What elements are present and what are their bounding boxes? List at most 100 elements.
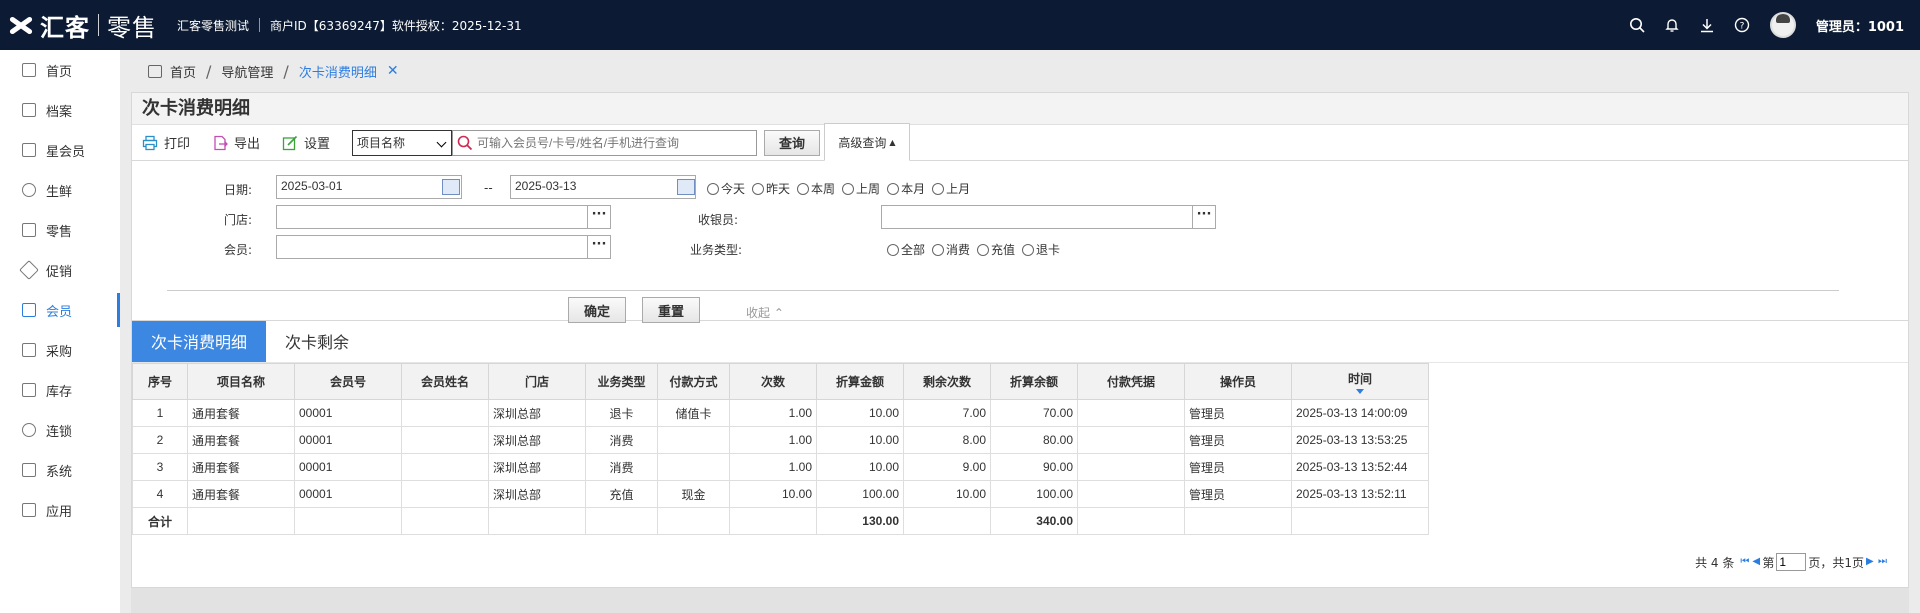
radio-refund[interactable]: 退卡 [1022,241,1060,258]
table-row[interactable]: 2 通用套餐 00001 深圳总部 消费 1.00 10.00 8.00 80.… [132,426,1429,454]
table-row[interactable]: 1 通用套餐 00001 深圳总部 退卡 储值卡 1.00 10.00 7.00… [132,399,1429,427]
radio-yesterday[interactable]: 昨天 [752,180,790,197]
search-field-select[interactable]: 项目名称 [352,129,453,156]
last-page-icon[interactable]: ⏭ [1878,557,1887,567]
sidebar-item-app[interactable]: 应用 [0,490,120,530]
date-to-input[interactable]: 2025-03-13 [510,175,696,199]
table-row[interactable]: 3 通用套餐 00001 深圳总部 消费 1.00 10.00 9.00 90.… [132,453,1429,481]
sidebar-item-member[interactable]: 会员 [0,290,120,330]
print-button[interactable]: 打印 [142,133,190,152]
download-icon[interactable] [1697,15,1717,35]
breadcrumb-nav[interactable]: 导航管理 [221,62,273,81]
calendar-icon[interactable] [677,179,695,195]
cell [657,453,730,481]
query-button[interactable]: 查询 [764,129,821,156]
avatar[interactable] [1769,12,1796,38]
breadcrumb-home-icon [148,64,162,78]
bell-icon[interactable] [1662,15,1682,35]
cashier-input[interactable] [881,205,1193,229]
sidebar-item-home[interactable]: 首页 [0,50,120,90]
store-picker-button[interactable]: ··· [587,205,611,229]
radio-recharge[interactable]: 充值 [977,241,1015,258]
col-time[interactable]: 时间 [1291,363,1429,400]
radio-today[interactable]: 今天 [707,180,745,197]
member-picker-button[interactable]: ··· [587,235,611,259]
col-remaining-amount[interactable]: 折算余额 [990,363,1078,400]
col-remaining-count[interactable]: 剩余次数 [903,363,991,400]
sidebar-item-label: 采购 [46,344,73,360]
prev-page-icon[interactable]: ◀ [1752,557,1760,567]
cell [1184,507,1292,535]
collapse-link[interactable]: 收起 ⌃ [746,304,784,321]
calendar-icon[interactable] [442,179,460,195]
sidebar-item-promotion[interactable]: 促销 [0,250,120,290]
tab-consumption-detail[interactable]: 次卡消费明细 [132,320,267,362]
settings-button[interactable]: 设置 [282,133,330,152]
archive-icon [22,103,36,117]
sidebar-item-system[interactable]: 系统 [0,450,120,490]
chain-icon [22,423,36,437]
cell: 2025-03-13 13:52:44 [1291,453,1429,481]
table-row[interactable]: 4 通用套餐 00001 深圳总部 充值 现金 10.00 100.00 10.… [132,480,1429,508]
breadcrumb-current[interactable]: 次卡消费明细 [299,62,377,81]
cell: 退卡 [585,399,658,427]
sidebar-item-star-member[interactable]: 星会员 [0,130,120,170]
search-input[interactable] [477,135,748,150]
cell: 合计 [132,507,188,535]
radio-circle [932,243,945,256]
next-page-icon[interactable]: ▶ [1866,557,1874,567]
radio-last-month[interactable]: 上月 [932,180,970,197]
radio-this-week[interactable]: 本周 [797,180,835,197]
col-pay-method[interactable]: 付款方式 [657,363,730,400]
cart-icon [22,343,36,357]
close-tab-icon[interactable]: ✕ [387,63,399,79]
radio-all[interactable]: 全部 [887,241,925,258]
sidebar-item-fresh[interactable]: 生鲜 [0,170,120,210]
radio-label: 本周 [811,182,836,196]
sidebar-item-chain[interactable]: 连锁 [0,410,120,450]
sidebar-item-retail[interactable]: 零售 [0,210,120,250]
main-panel: 次卡消费明细 打印 导出 设置 项目名称 查询 高级查询 ▲ 日期: [131,92,1909,588]
cell [401,399,489,427]
sidebar-item-archive[interactable]: 档案 [0,90,120,130]
member-label: 会员: [223,243,252,257]
cell: 通用套餐 [187,399,295,427]
radio-label: 全部 [901,243,926,257]
sidebar-item-label: 零售 [46,224,73,240]
col-amount[interactable]: 折算金额 [816,363,904,400]
breadcrumb-home[interactable]: 首页 [170,62,196,81]
col-operator[interactable]: 操作员 [1184,363,1292,400]
page-number-input[interactable] [1776,553,1807,571]
store-input[interactable] [276,205,588,229]
store-name: 汇客零售测试 [177,18,250,33]
sidebar-item-purchase[interactable]: 采购 [0,330,120,370]
radio-consume[interactable]: 消费 [932,241,970,258]
col-member-name[interactable]: 会员姓名 [401,363,489,400]
radio-circle [977,243,990,256]
confirm-button[interactable]: 确定 [568,297,626,323]
search-box[interactable] [452,129,758,156]
reset-button[interactable]: 重置 [642,297,700,323]
admin-label[interactable]: 管理员：1001 [1816,16,1904,35]
help-icon[interactable]: ? [1732,15,1752,35]
col-count[interactable]: 次数 [729,363,817,400]
advanced-query-tab[interactable]: 高级查询 ▲ [824,123,910,161]
radio-this-month[interactable]: 本月 [887,180,925,197]
export-button[interactable]: 导出 [212,133,260,152]
date-from-input[interactable]: 2025-03-01 [276,175,462,199]
search-icon[interactable] [1627,15,1647,35]
cell [401,507,489,535]
sidebar-item-inventory[interactable]: 库存 [0,370,120,410]
col-biz-type[interactable]: 业务类型 [585,363,658,400]
col-store[interactable]: 门店 [488,363,586,400]
tab-remaining[interactable]: 次卡剩余 [266,320,368,362]
radio-last-week[interactable]: 上周 [842,180,880,197]
cell [1077,507,1185,535]
col-item-name[interactable]: 项目名称 [187,363,295,400]
cashier-picker-button[interactable]: ··· [1192,205,1216,229]
member-input[interactable] [276,235,588,259]
col-member-no[interactable]: 会员号 [294,363,402,400]
col-seq[interactable]: 序号 [132,363,188,400]
col-voucher[interactable]: 付款凭据 [1077,363,1185,400]
first-page-icon[interactable]: ⏮ [1740,557,1749,567]
